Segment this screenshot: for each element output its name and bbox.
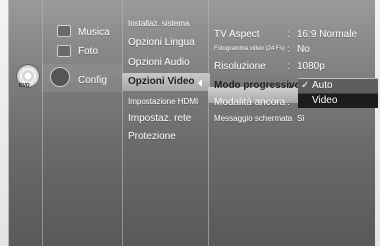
- popup-option-label: Video: [312, 95, 338, 106]
- check-icon: ✓: [301, 80, 310, 91]
- popup-option-auto[interactable]: ✓ Auto: [298, 78, 378, 93]
- setting-separator: :: [287, 44, 290, 55]
- submenu-item[interactable]: Impostaz. rete: [128, 113, 191, 124]
- nav-item-config[interactable]: Config: [78, 75, 107, 86]
- submenu-item[interactable]: Opzioni Lingua: [128, 37, 195, 48]
- setting-label[interactable]: Modalità ancora: [214, 97, 285, 108]
- popup-option-video[interactable]: Video: [298, 93, 378, 108]
- setting-label[interactable]: Fotogramma video (24 Fs): [214, 46, 285, 52]
- setting-separator: :: [287, 114, 290, 123]
- submenu-item-selected[interactable]: Opzioni Video: [128, 76, 194, 87]
- setting-value: 1080p: [297, 61, 325, 72]
- music-icon: [57, 25, 71, 37]
- setting-label[interactable]: Risoluzione: [214, 61, 266, 72]
- divider: [42, 0, 43, 246]
- nav-item-musica[interactable]: Musica: [78, 27, 110, 38]
- setting-value: No: [297, 44, 310, 55]
- setting-separator: :: [287, 61, 290, 72]
- setting-separator: :: [287, 97, 290, 108]
- setting-separator: :: [287, 29, 290, 40]
- setting-separator: :: [288, 80, 292, 91]
- setting-label[interactable]: TV Aspect: [214, 29, 260, 40]
- left-arrow-icon: [198, 79, 202, 87]
- photo-icon: [57, 45, 71, 57]
- submenu-item[interactable]: Protezione: [128, 131, 176, 142]
- submenu-item[interactable]: Opzioni Audio: [128, 57, 190, 68]
- disc-label: DVD: [19, 83, 30, 89]
- progressive-mode-popup: ✓ Auto Video: [298, 78, 378, 108]
- setting-label[interactable]: Messaggio schermata: [214, 114, 292, 123]
- nav-item-foto[interactable]: Foto: [78, 46, 98, 57]
- divider: [208, 0, 209, 246]
- popup-option-label: Auto: [312, 80, 333, 91]
- divider: [122, 0, 123, 246]
- settings-screen: DVD Musica Foto Config Installaz. sistem…: [0, 0, 380, 246]
- submenu-item[interactable]: Impostazione HDMI: [128, 97, 198, 106]
- gear-icon: [50, 67, 70, 87]
- submenu-item[interactable]: Installaz. sistema: [128, 19, 189, 28]
- setting-value: 16:9 Normale: [297, 29, 358, 40]
- setting-value: Sì: [297, 114, 305, 123]
